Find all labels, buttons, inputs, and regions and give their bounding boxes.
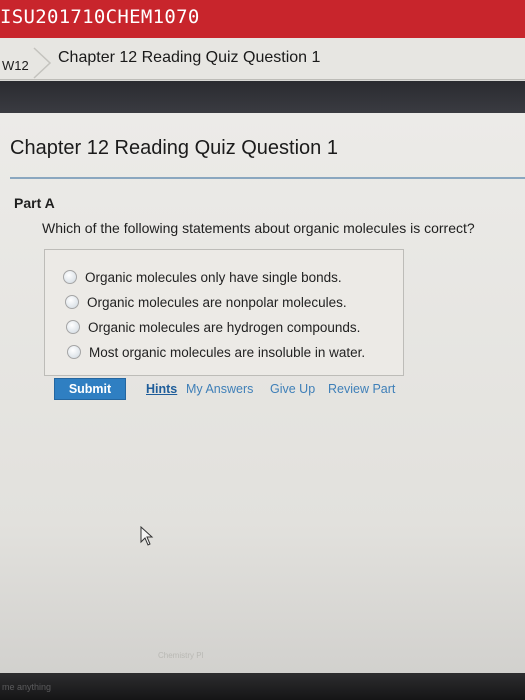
review-part-link[interactable]: Review Part [328,382,395,396]
option-2[interactable]: Organic molecules are nonpolar molecules… [65,291,347,313]
course-code[interactable]: ISU201710CHEM1070 [0,6,200,28]
option-label: Organic molecules only have single bonds… [85,269,342,285]
option-4[interactable]: Most organic molecules are insoluble in … [67,341,365,363]
toolbar-band [0,81,525,113]
quiz-content: Chapter 12 Reading Quiz Question 1 Part … [0,113,525,700]
footer-brand: Chemistry Pl [158,651,204,660]
radio-button[interactable] [67,345,81,359]
radio-button[interactable] [66,320,80,334]
radio-button[interactable] [63,270,77,284]
radio-button[interactable] [65,295,79,309]
taskbar-search-text[interactable]: me anything [2,682,51,692]
hints-link[interactable]: Hints [146,382,177,396]
answer-options: Organic molecules only have single bonds… [44,249,404,376]
option-label: Organic molecules are nonpolar molecules… [87,294,347,310]
option-1[interactable]: Organic molecules only have single bonds… [63,266,342,288]
option-label: Organic molecules are hydrogen compounds… [88,319,361,335]
mouse-pointer-icon [140,526,154,546]
part-label: Part A [14,195,55,211]
taskbar [0,673,525,700]
submit-button[interactable]: Submit [54,378,126,400]
chevron-right-icon [33,47,52,79]
breadcrumb-week-label: W12 [2,58,29,73]
course-header-bar: ISU201710CHEM1070 [0,0,525,38]
answer-actions: Submit Hints My Answers Give Up Review P… [54,378,474,400]
option-3[interactable]: Organic molecules are hydrogen compounds… [66,316,360,338]
my-answers-link[interactable]: My Answers [186,382,253,396]
title-divider [10,177,525,179]
option-label: Most organic molecules are insoluble in … [89,344,366,360]
breadcrumb-current: Chapter 12 Reading Quiz Question 1 [58,49,321,66]
give-up-link[interactable]: Give Up [270,382,315,396]
question-text: Which of the following statements about … [42,220,475,236]
page-title: Chapter 12 Reading Quiz Question 1 [10,137,338,159]
